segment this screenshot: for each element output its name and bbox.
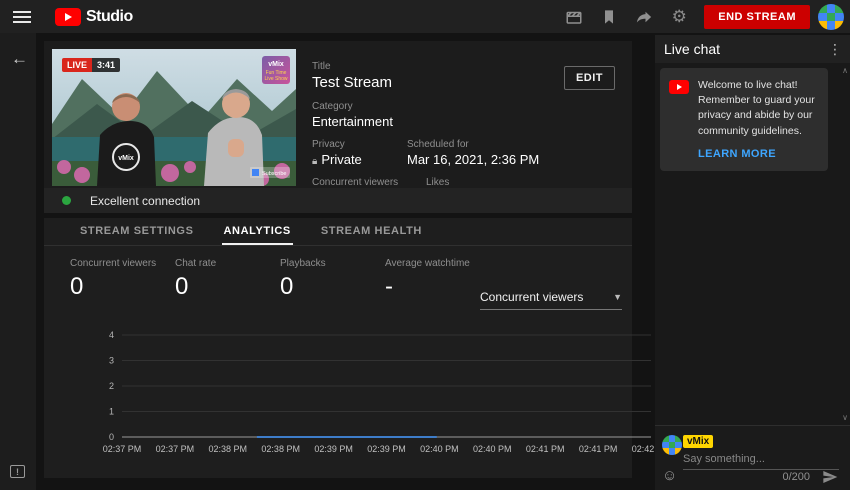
connection-status-row: Excellent connection — [44, 188, 632, 213]
chevron-down-icon: ▼ — [613, 292, 622, 302]
chat-username-badge: vMix — [683, 435, 713, 448]
scroll-down-icon[interactable]: ∨ — [842, 413, 848, 422]
youtube-play-icon — [669, 80, 689, 94]
live-label: LIVE — [62, 58, 92, 72]
svg-text:Subscribe: Subscribe — [262, 171, 286, 177]
settings-gear-icon[interactable]: ⚙ — [669, 7, 689, 27]
bookmark-icon[interactable] — [599, 7, 619, 27]
welcome-text: Welcome to live chat! Remember to guard … — [698, 78, 819, 139]
svg-text:02:41 PM: 02:41 PM — [579, 444, 618, 454]
svg-text:02:37 PM: 02:37 PM — [103, 444, 142, 454]
metric-chat-rate: Chat rate 0 — [175, 258, 280, 301]
metric-playbacks: Playbacks 0 — [280, 258, 385, 301]
connection-status-text: Excellent connection — [90, 194, 200, 208]
concurrent-viewers-chart: 0 1 2 3 4 02:37 PM 02:37 PM 02:38 PM 02:38 PM 02:… — [64, 330, 664, 470]
youtube-logo-icon[interactable] — [55, 8, 81, 26]
scheduled-datetime: Mar 16, 2021, 2:36 PM — [407, 152, 539, 167]
svg-text:02:38 PM: 02:38 PM — [261, 444, 300, 454]
send-icon[interactable] — [822, 469, 838, 490]
back-arrow-icon[interactable]: ← — [11, 49, 28, 69]
svg-text:02:41 PM: 02:41 PM — [526, 444, 565, 454]
kebab-menu-icon[interactable]: ⋮ — [828, 41, 842, 58]
svg-text:1: 1 — [109, 407, 114, 417]
create-stream-icon[interactable] — [564, 7, 584, 27]
stream-info-card: vMix vMix Fun Time Live Show Subscribe L… — [44, 41, 632, 213]
svg-text:3: 3 — [109, 356, 114, 366]
lock-icon: 🔒︎ — [312, 156, 317, 167]
svg-text:2: 2 — [109, 381, 114, 391]
learn-more-link[interactable]: LEARN MORE — [698, 148, 776, 160]
likes-label: Likes — [426, 177, 449, 188]
metrics-row: Concurrent viewers 0 Chat rate 0 Playbac… — [70, 258, 490, 301]
svg-text:Live Show: Live Show — [264, 76, 287, 82]
account-avatar[interactable] — [818, 4, 844, 30]
live-chat-panel: Live chat ⋮ ∧ Welcome to live chat! Reme… — [655, 35, 850, 490]
emoji-icon[interactable]: ☺ — [662, 467, 677, 484]
metric-concurrent-viewers: Concurrent viewers 0 — [70, 258, 175, 301]
tab-bar: STREAM SETTINGS ANALYTICS STREAM HEALTH — [44, 218, 632, 246]
category-label: Category — [312, 101, 562, 112]
app-title: Studio — [86, 8, 133, 26]
svg-text:vMix: vMix — [118, 155, 134, 162]
scheduled-label: Scheduled for — [407, 139, 539, 150]
title-label: Title — [312, 61, 562, 72]
stream-title: Test Stream — [312, 74, 562, 91]
chat-welcome-message: Welcome to live chat! Remember to guard … — [660, 68, 828, 171]
svg-text:02:39 PM: 02:39 PM — [314, 444, 353, 454]
chat-user-avatar — [662, 435, 682, 455]
menu-icon[interactable] — [13, 11, 31, 23]
video-thumbnail[interactable]: vMix vMix Fun Time Live Show Subscribe L… — [52, 49, 296, 186]
feedback-icon[interactable]: ! — [10, 465, 25, 478]
svg-text:4: 4 — [109, 330, 114, 340]
connection-status-dot — [62, 196, 71, 205]
concurrent-viewers-label: Concurrent viewers — [312, 177, 426, 188]
share-icon[interactable] — [634, 7, 654, 27]
analytics-card: STREAM SETTINGS ANALYTICS STREAM HEALTH … — [44, 218, 632, 478]
top-bar: Studio ⚙ END STREAM — [0, 0, 850, 33]
stream-privacy: 🔒︎Private — [312, 152, 407, 167]
tab-stream-settings[interactable]: STREAM SETTINGS — [78, 218, 196, 245]
metric-dropdown[interactable]: Concurrent viewers ▼ — [480, 290, 622, 310]
stream-category: Entertainment — [312, 114, 562, 129]
stream-details: Title Test Stream Category Entertainment… — [312, 61, 562, 205]
end-stream-button[interactable]: END STREAM — [704, 5, 810, 29]
svg-text:02:37 PM: 02:37 PM — [156, 444, 195, 454]
live-badge: LIVE 3:41 — [62, 58, 120, 72]
metric-average-watchtime: Average watchtime - — [385, 258, 490, 301]
character-counter: 0/200 — [782, 471, 810, 483]
tab-analytics[interactable]: ANALYTICS — [222, 218, 293, 245]
chat-message-input[interactable]: Say something... — [683, 453, 839, 470]
privacy-label: Privacy — [312, 139, 407, 150]
svg-text:0: 0 — [109, 432, 114, 442]
chat-header: Live chat ⋮ — [655, 35, 850, 63]
svg-text:02:40 PM: 02:40 PM — [420, 444, 459, 454]
chat-input-area: vMix Say something... ☺ 0/200 — [655, 425, 850, 490]
scroll-up-icon[interactable]: ∧ — [842, 66, 848, 75]
svg-text:02:40 PM: 02:40 PM — [473, 444, 512, 454]
tab-stream-health[interactable]: STREAM HEALTH — [319, 218, 424, 245]
chat-message-list: ∧ Welcome to live chat! Remember to guar… — [655, 63, 850, 425]
elapsed-time: 3:41 — [92, 58, 120, 72]
svg-text:02:38 PM: 02:38 PM — [209, 444, 248, 454]
svg-text:02:39 PM: 02:39 PM — [367, 444, 406, 454]
edit-button[interactable]: EDIT — [564, 66, 615, 90]
chat-title: Live chat — [664, 41, 720, 57]
svg-text:vMix: vMix — [268, 61, 284, 68]
left-sidebar: ← ! — [0, 33, 36, 490]
